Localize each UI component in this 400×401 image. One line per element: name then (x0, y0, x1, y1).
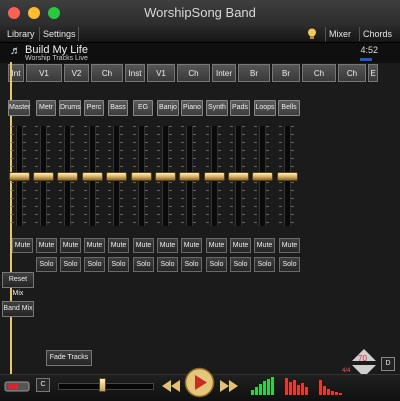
solo-button[interactable]: Solo (133, 257, 154, 272)
click-level-meter-icon (319, 380, 342, 395)
section-item[interactable]: Br (238, 64, 270, 82)
fader-handle[interactable] (82, 172, 103, 181)
track-label-bells[interactable]: Bells (278, 100, 300, 116)
section-item[interactable]: Br (272, 64, 300, 82)
section-item[interactable]: E (368, 64, 378, 82)
solo-button[interactable]: Solo (157, 257, 178, 272)
song-icon: ♬ (10, 45, 21, 57)
rewind-icon[interactable] (160, 378, 182, 394)
fast-forward-icon[interactable] (218, 378, 240, 394)
mute-button[interactable]: Mute (84, 238, 105, 253)
track-label-drums[interactable]: Drums (59, 100, 81, 116)
title-bar: WorshipSong Band (0, 0, 400, 27)
track-label-perc[interactable]: Perc (84, 100, 104, 116)
song-position-handle[interactable] (98, 378, 106, 392)
display-mode-button[interactable]: D (381, 357, 395, 371)
mute-button[interactable]: Mute (108, 238, 129, 253)
solo-button[interactable]: Solo (36, 257, 57, 272)
solo-button[interactable]: Solo (254, 257, 275, 272)
menu-divider (78, 27, 79, 41)
fader-handle[interactable] (9, 172, 30, 181)
track-label-eg[interactable]: EG (133, 100, 153, 116)
track-label-piano[interactable]: Piano (181, 100, 203, 116)
track-label-bass[interactable]: Bass (108, 100, 128, 116)
section-item[interactable]: V1 (147, 64, 175, 82)
fader-handle[interactable] (131, 172, 152, 181)
track-label-synth[interactable]: Synth (206, 100, 228, 116)
fade-tracks-button[interactable]: Fade Tracks (46, 350, 92, 366)
solo-button[interactable]: Solo (84, 257, 105, 272)
section-item[interactable]: V2 (64, 64, 89, 82)
mute-button[interactable]: Mute (60, 238, 81, 253)
section-item[interactable]: Inter (212, 64, 236, 82)
band-mix-button[interactable]: Band Mix (2, 301, 34, 317)
mute-button[interactable]: Mute (133, 238, 154, 253)
track-label-pads[interactable]: Pads (230, 100, 250, 116)
song-artist: Worship Tracks Live (25, 55, 88, 62)
track-label-loops[interactable]: Loops (254, 100, 276, 116)
section-item[interactable]: Ch (338, 64, 366, 82)
mute-button[interactable]: Mute (230, 238, 251, 253)
mini-progress-bar (360, 58, 372, 61)
song-position-track[interactable] (58, 383, 154, 390)
lightbulb-icon[interactable] (305, 27, 319, 41)
input-level-meter-icon (251, 377, 274, 395)
track-label-banjo[interactable]: Banjo (157, 100, 179, 116)
mute-button[interactable]: Mute (279, 238, 300, 253)
mute-button[interactable]: Mute (36, 238, 57, 253)
key-button[interactable]: C (36, 378, 50, 392)
reset-mix-button[interactable]: Reset Mix (2, 272, 34, 297)
section-item[interactable]: Inst (125, 64, 145, 82)
fader-handle[interactable] (179, 172, 200, 181)
solo-button[interactable]: Solo (206, 257, 227, 272)
mixer-button[interactable]: Mixer (325, 27, 354, 41)
solo-button[interactable]: Solo (181, 257, 202, 272)
section-item[interactable]: V1 (26, 64, 62, 82)
fader-handle[interactable] (228, 172, 249, 181)
mute-button[interactable]: Mute (206, 238, 227, 253)
fader-handle[interactable] (106, 172, 127, 181)
output-level-meter-icon (285, 378, 308, 395)
window-title: WorshipSong Band (144, 5, 256, 20)
track-label-master[interactable]: Master (8, 100, 30, 116)
fader-handle[interactable] (277, 172, 298, 181)
solo-button[interactable]: Solo (60, 257, 81, 272)
mute-button[interactable]: Mute (254, 238, 275, 253)
solo-button[interactable]: Solo (279, 257, 300, 272)
mute-button[interactable]: Mute (157, 238, 178, 253)
library-button[interactable]: Library (4, 27, 38, 41)
track-label-metr[interactable]: Metr (36, 100, 56, 116)
sidebar-toggle-icon[interactable] (4, 378, 30, 394)
fader-handle[interactable] (204, 172, 225, 181)
play-button[interactable] (184, 367, 215, 398)
solo-button[interactable]: Solo (230, 257, 251, 272)
menu-bar: Library Settings Mixer Chords (0, 26, 400, 43)
chords-button[interactable]: Chords (359, 27, 395, 41)
section-timeline: Int V1 V2 Ch Inst V1 Ch Inter Br Br Ch C… (8, 64, 380, 84)
settings-button[interactable]: Settings (39, 27, 79, 41)
section-item[interactable]: Ch (91, 64, 123, 82)
fader-handle[interactable] (33, 172, 54, 181)
fader-handle[interactable] (57, 172, 78, 181)
mute-button[interactable]: Mute (12, 238, 33, 253)
fader-handle[interactable] (252, 172, 273, 181)
tempo-value: 70 (358, 354, 367, 363)
section-item[interactable]: Ch (177, 64, 210, 82)
mute-button[interactable]: Mute (181, 238, 202, 253)
section-item[interactable]: Ch (302, 64, 336, 82)
fader-handle[interactable] (155, 172, 176, 181)
song-duration: 4:52 (360, 45, 378, 55)
solo-button[interactable]: Solo (108, 257, 129, 272)
